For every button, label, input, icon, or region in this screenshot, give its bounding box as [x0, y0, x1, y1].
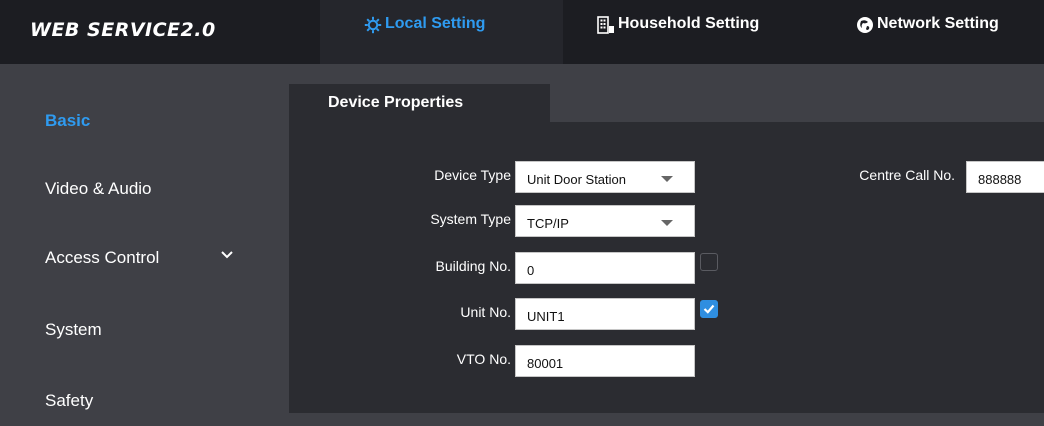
top-nav-bar: WEB SERVICE2.0 Local Setting Household S… — [0, 0, 1044, 64]
sidebar-item-video-audio[interactable]: Video & Audio — [45, 179, 152, 199]
unit-no-value: UNIT1 — [527, 309, 565, 324]
vto-no-input[interactable]: 80001 — [515, 345, 695, 377]
unit-no-input[interactable]: UNIT1 — [515, 298, 695, 330]
sidebar-item-basic[interactable]: Basic — [45, 111, 90, 131]
building-icon — [597, 16, 615, 34]
building-no-input[interactable]: 0 — [515, 252, 695, 284]
checkmark-icon — [703, 304, 715, 314]
device-type-label: Device Type — [434, 167, 511, 183]
centre-call-no-value: 888888 — [978, 172, 1022, 187]
building-no-value: 0 — [527, 263, 535, 278]
tab-device-properties[interactable]: Device Properties — [289, 84, 550, 122]
building-no-label: Building No. — [435, 258, 512, 274]
tab-network-setting[interactable]: Network Setting — [856, 0, 999, 64]
sidebar-item-safety[interactable]: Safety — [45, 391, 93, 411]
vto-no-value: 80001 — [527, 356, 564, 371]
chevron-down-icon[interactable] — [220, 250, 234, 260]
unit-no-label: Unit No. — [460, 304, 511, 320]
sidebar — [0, 64, 289, 426]
tab-household-setting-label: Household Setting — [618, 15, 760, 32]
tab-local-setting[interactable]: Local Setting — [320, 0, 563, 64]
dropdown-arrow-icon[interactable] — [661, 176, 673, 182]
dropdown-arrow-icon[interactable] — [661, 220, 673, 226]
tab-network-setting-label: Network Setting — [877, 15, 999, 32]
building-no-checkbox[interactable] — [700, 253, 718, 271]
tab-device-properties-label: Device Properties — [328, 94, 464, 111]
system-type-label: System Type — [430, 211, 511, 227]
vto-no-label: VTO No. — [456, 351, 511, 367]
sidebar-item-access-control[interactable]: Access Control — [45, 248, 159, 268]
gear-icon — [364, 16, 382, 34]
device-type-value: Unit Door Station — [527, 172, 626, 187]
unit-no-checkbox[interactable] — [700, 300, 718, 318]
centre-call-no-label: Centre Call No. — [859, 167, 955, 183]
tab-household-setting[interactable]: Household Setting — [597, 0, 759, 64]
app-logo: WEB SERVICE2.0 — [30, 19, 216, 41]
system-type-value: TCP/IP — [527, 216, 569, 231]
globe-icon — [856, 16, 874, 34]
centre-call-no-input[interactable]: 888888 — [966, 161, 1044, 193]
tab-local-setting-label: Local Setting — [385, 15, 486, 32]
sidebar-item-system[interactable]: System — [45, 320, 102, 340]
